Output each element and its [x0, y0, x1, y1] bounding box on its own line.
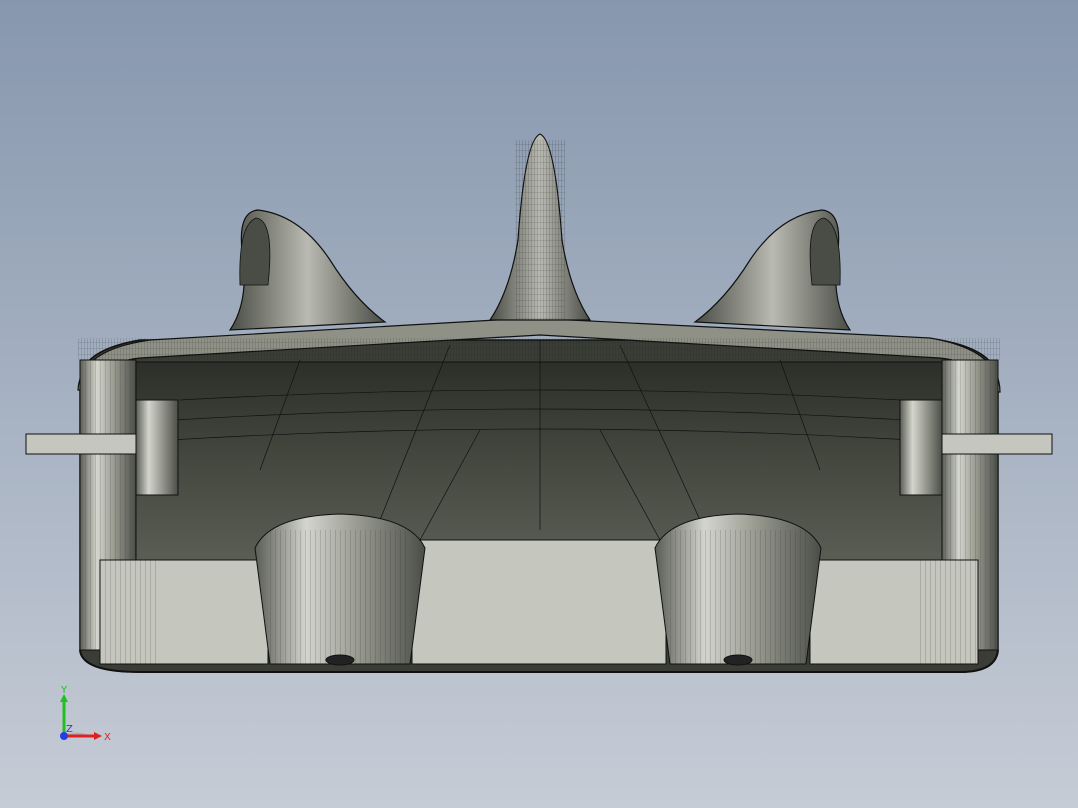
bottom-boss-left[interactable] — [254, 513, 426, 666]
boss-upper-left[interactable] — [135, 399, 179, 496]
horn-center-mesh — [515, 140, 565, 320]
bottom-boss-right-mesh — [670, 530, 806, 664]
y-axis-label: Y — [60, 686, 68, 696]
mounting-tab-left[interactable] — [25, 433, 137, 455]
bottom-boss-right[interactable] — [654, 513, 822, 666]
bottom-boss-left-mesh — [270, 530, 410, 664]
floor-block-left-mesh — [100, 560, 160, 664]
floor-block-center[interactable] — [411, 539, 667, 665]
screw-hole-left — [325, 654, 355, 666]
floor-block-right-mesh — [918, 560, 978, 664]
model-graphics[interactable] — [0, 0, 1078, 808]
screw-hole-right — [723, 654, 753, 666]
lid-rim-mesh — [78, 338, 1000, 360]
boss-upper-right[interactable] — [899, 399, 943, 496]
x-axis-arrow-icon — [94, 732, 102, 740]
z-axis-label: Z — [66, 724, 73, 735]
x-axis-label: X — [104, 732, 111, 743]
view-orientation-triad[interactable]: Y X Z — [52, 686, 122, 750]
3d-viewport[interactable]: Y X Z — [0, 0, 1078, 808]
mounting-tab-right[interactable] — [941, 433, 1053, 455]
